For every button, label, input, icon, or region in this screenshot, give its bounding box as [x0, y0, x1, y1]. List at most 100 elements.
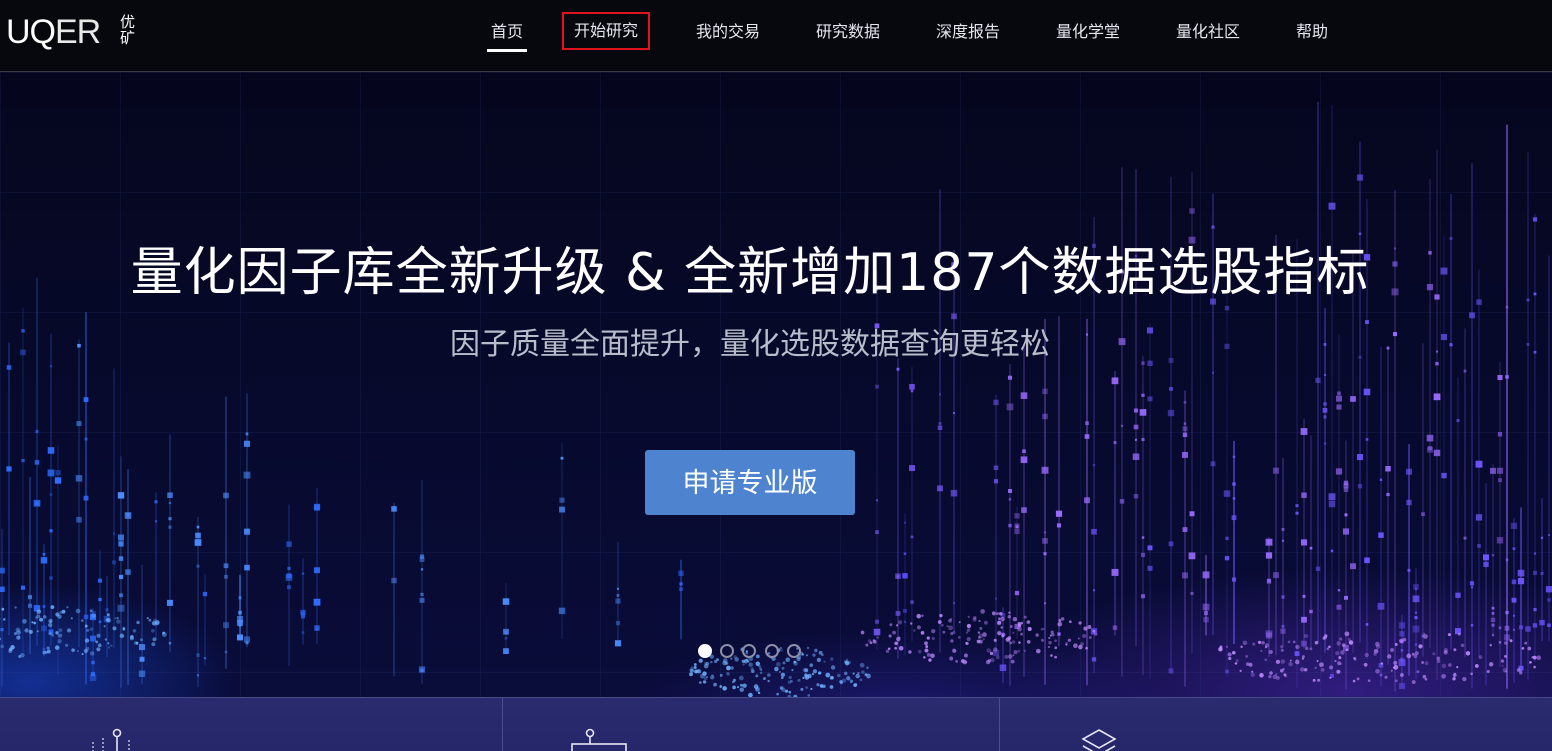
particle-dot	[1505, 375, 1509, 379]
particle-dot	[138, 670, 146, 677]
carousel-dot-1[interactable]	[698, 644, 712, 658]
glow-particle	[774, 666, 779, 672]
feature-panel-3[interactable]	[999, 698, 1495, 751]
glow-particle	[925, 645, 929, 648]
particle-dot	[1412, 595, 1420, 603]
feature-panel-2[interactable]	[503, 698, 1000, 751]
particle-dot	[1092, 589, 1096, 592]
glow-particle	[133, 641, 138, 645]
nav-deep-reports[interactable]: 深度报告	[936, 18, 1000, 46]
glow-particle	[885, 649, 890, 653]
glow-particle	[22, 618, 27, 624]
particle-dot	[1512, 614, 1516, 617]
glow-particle	[1456, 666, 1459, 669]
glow-particle	[1390, 669, 1393, 672]
particle-dot	[1323, 373, 1327, 376]
particle-dot	[54, 477, 62, 484]
glow-particle	[33, 621, 37, 625]
glow-particle	[1036, 648, 1041, 654]
nav-my-trades[interactable]: 我的交易	[696, 18, 760, 46]
particle-dot	[1232, 482, 1236, 486]
particle-dot	[20, 585, 26, 590]
glow-particle	[1250, 672, 1255, 677]
particle-dot	[1147, 565, 1153, 571]
particle-dot	[1022, 449, 1026, 454]
particle-dot	[1489, 467, 1497, 474]
glow-particle	[801, 653, 805, 656]
glow-particle	[1502, 667, 1508, 673]
glow-particle	[775, 661, 781, 667]
particle-dot	[154, 500, 158, 504]
nav-quant-school[interactable]: 量化学堂	[1056, 18, 1120, 46]
apply-pro-button[interactable]: 申请专业版	[645, 450, 855, 515]
particle-dot	[1322, 407, 1328, 413]
glow-particle	[28, 629, 33, 634]
particle-dot	[1323, 415, 1327, 419]
glow-particle	[726, 665, 731, 671]
particle-dot	[1301, 616, 1307, 623]
glow-particle	[1486, 670, 1490, 674]
glow-particle	[1341, 643, 1346, 648]
nav-help[interactable]: 帮助	[1296, 18, 1328, 46]
glow-particle	[1400, 673, 1404, 677]
glow-particle	[1441, 673, 1446, 679]
glow-particle	[1339, 637, 1343, 641]
glow-particle	[3, 618, 6, 621]
glow-particle	[759, 667, 762, 670]
glow-particle	[739, 675, 744, 681]
particle-dot	[83, 614, 89, 620]
glow-particle	[829, 685, 834, 689]
particle-dot	[40, 557, 48, 564]
glow-particle	[755, 654, 760, 659]
glow-particle	[978, 619, 981, 623]
glow-particle	[1040, 638, 1045, 642]
glow-particle	[1257, 640, 1262, 645]
particle-dot	[1498, 641, 1502, 644]
glow-particle	[24, 628, 29, 633]
particle-dot	[1294, 651, 1300, 656]
glow-particle	[849, 679, 854, 683]
glow-particle	[767, 673, 771, 677]
carousel-dot-4[interactable]	[765, 644, 779, 658]
glow-particle	[806, 646, 810, 650]
carousel-dot-2[interactable]	[720, 644, 734, 658]
nav-home[interactable]: 首页	[486, 18, 528, 52]
glow-particle	[1009, 625, 1013, 628]
nav-start-research[interactable]: 开始研究	[561, 12, 651, 50]
particle-dot	[1377, 602, 1385, 610]
particle-dot	[1386, 492, 1390, 497]
carousel-dot-3[interactable]	[742, 644, 756, 658]
particle-dot	[1491, 623, 1495, 627]
glow-particle	[1023, 615, 1027, 619]
glow-particle	[77, 649, 80, 652]
page: UQER 优矿 首页 开始研究 我的交易 研究数据 深度报告 量化学堂 量化社区…	[0, 0, 1552, 751]
nav-research-data[interactable]: 研究数据	[816, 18, 880, 46]
glow-particle	[1020, 632, 1024, 636]
glow-particle	[966, 623, 972, 629]
glow-particle	[864, 673, 868, 677]
glow-particle	[730, 657, 733, 660]
particle-dot	[1477, 544, 1481, 548]
dashboard-icon	[571, 728, 627, 751]
glow-particle	[703, 663, 709, 669]
particle-dot	[1043, 552, 1047, 556]
glow-particle	[106, 613, 110, 617]
particle-dot	[615, 621, 621, 626]
hero-subtitle: 因子质量全面提升，量化选股数据查询更轻松	[450, 327, 1050, 362]
feature-panel-1[interactable]	[6, 698, 503, 751]
glow-particle	[1050, 654, 1053, 657]
glow-particle	[1460, 643, 1465, 648]
particle-dot	[1337, 588, 1341, 592]
carousel-dot-5[interactable]	[787, 644, 801, 658]
top-header: UQER 优矿 首页 开始研究 我的交易 研究数据 深度报告 量化学堂 量化社区…	[0, 0, 1552, 72]
particle-dot	[27, 603, 33, 608]
particle-dot	[1210, 461, 1216, 467]
particle-dot	[1231, 577, 1237, 582]
glow-particle	[887, 647, 891, 651]
nav-quant-community[interactable]: 量化社区	[1176, 18, 1240, 46]
glow-particle	[785, 689, 789, 693]
glow-particle	[1348, 640, 1354, 645]
glow-particle	[710, 660, 713, 664]
particle-dot	[238, 596, 242, 600]
glow-particle	[689, 672, 693, 677]
